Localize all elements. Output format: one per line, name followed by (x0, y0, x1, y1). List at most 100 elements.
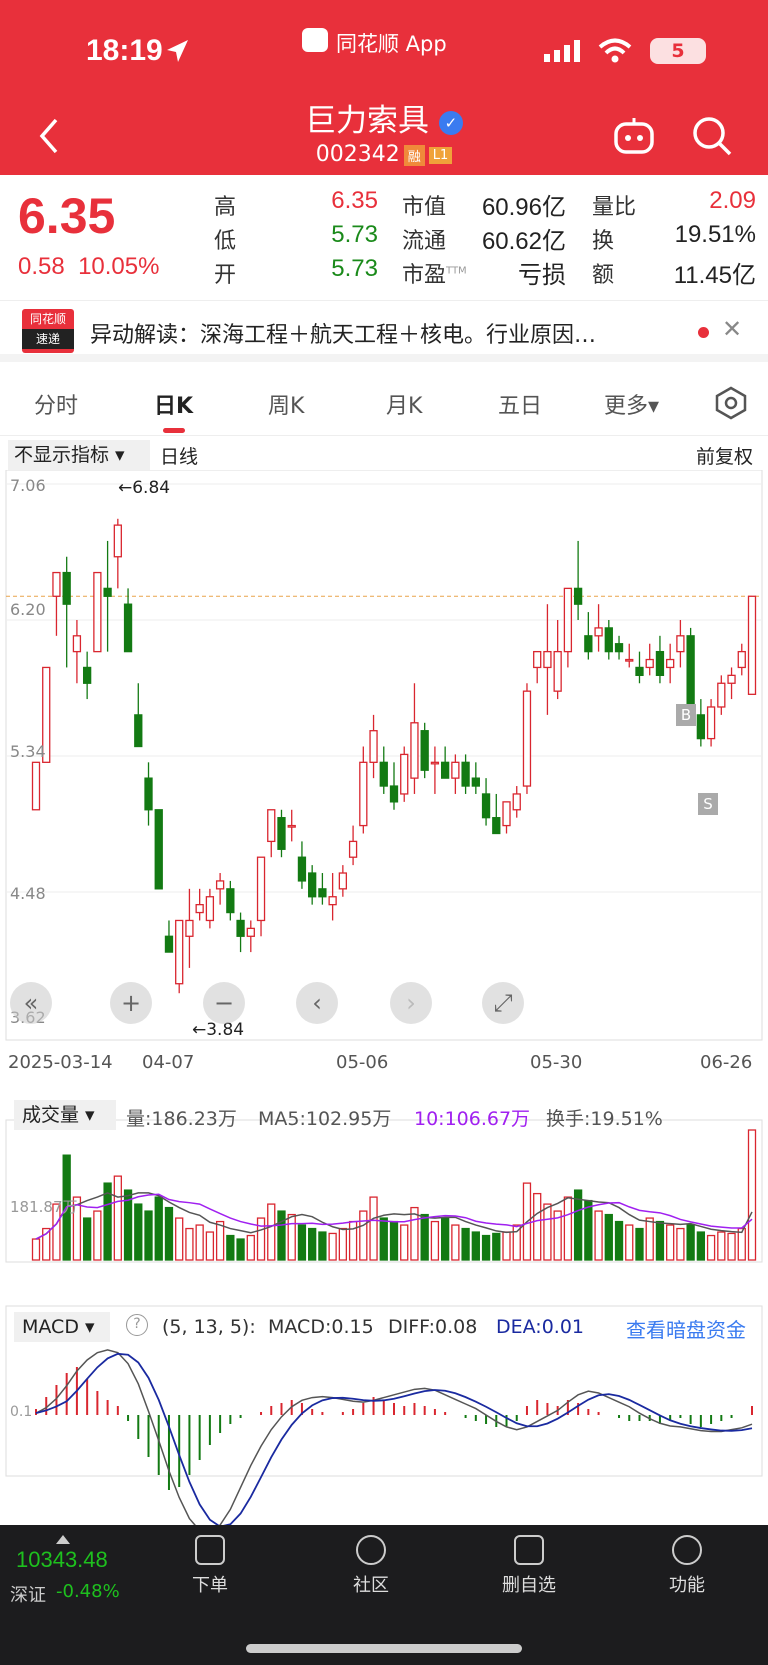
volume-bar (318, 1231, 327, 1261)
high-annotation: ←6.84 (118, 478, 171, 498)
candle-body (686, 635, 695, 708)
tab-weekly-k[interactable]: 周K (268, 388, 304, 420)
tab-monthly-k[interactable]: 月K (386, 388, 422, 420)
candle-body (236, 919, 245, 937)
scroll-left-icon[interactable]: ‹ (296, 982, 338, 1024)
volume-bar (533, 1192, 542, 1261)
volume-bar (481, 1234, 491, 1261)
turnover-value: 19.51% (674, 221, 756, 248)
volume-bar (175, 1217, 184, 1261)
candle-body (297, 856, 307, 882)
news-ticker[interactable]: 同花顺 速递 异动解读：深海工程＋航天工程＋核电。行业原因… ✕ (0, 300, 768, 362)
adjust-toggle[interactable]: 前复权 (696, 442, 753, 469)
volume-select[interactable]: 成交量 ▾ (14, 1100, 116, 1130)
candle-body (389, 785, 399, 803)
zoom-out-full-icon[interactable]: « (10, 982, 52, 1024)
volume-bar (604, 1213, 613, 1261)
tab-intraday[interactable]: 分时 (34, 388, 78, 420)
macd-value: MACD:0.15 (268, 1316, 374, 1338)
candle-body (195, 904, 204, 914)
scroll-right-icon[interactable]: › (390, 982, 432, 1024)
tab-more[interactable]: 更多▾ (604, 388, 659, 420)
change-value: 0.58 (18, 253, 65, 280)
nav-order-label: 下单 (192, 1575, 228, 1596)
remove-icon (514, 1535, 544, 1565)
candle-body (52, 571, 61, 597)
x-tick-3: 05-30 (530, 1052, 583, 1073)
volume-bar (717, 1231, 726, 1261)
volume-value: 量:186.23万 (126, 1108, 237, 1130)
candle-body (164, 935, 174, 953)
news-text[interactable]: 异动解读：深海工程＋航天工程＋核电。行业原因… (90, 317, 596, 349)
dark-pool-link[interactable]: 查看暗盘资金 (626, 1314, 746, 1343)
candle-body (625, 658, 634, 662)
candle-body (62, 571, 71, 605)
close-icon[interactable]: ✕ (722, 315, 742, 343)
volume-bar (379, 1217, 388, 1261)
candle-body (430, 761, 440, 765)
y-tick-3: 4.48 (10, 884, 46, 903)
volume-bar (359, 1210, 368, 1261)
nav-community-label: 社区 (353, 1575, 389, 1596)
volume-bar (676, 1227, 685, 1261)
indicator-select[interactable]: 不显示指标 ▾ (8, 440, 150, 470)
zoom-in-icon[interactable]: + (110, 982, 152, 1024)
order-doc-icon (195, 1535, 225, 1565)
x-tick-2: 05-06 (336, 1052, 389, 1073)
vr-value: 2.09 (709, 187, 756, 214)
candle-body (563, 587, 573, 653)
buy-marker[interactable]: B (676, 704, 696, 726)
volume-turnover: 换手:19.51% (546, 1108, 663, 1130)
nav-remove-watchlist[interactable]: 删自选 (484, 1535, 574, 1597)
settings-hexagon-icon[interactable] (714, 386, 748, 420)
robot-assistant-icon[interactable] (612, 114, 656, 158)
nav-community[interactable]: 社区 (326, 1535, 416, 1597)
menu-icon (672, 1535, 702, 1565)
diff-line (35, 1349, 753, 1525)
candle-body (359, 761, 368, 827)
volume-bar (573, 1189, 583, 1261)
y-tick-1: 6.20 (10, 600, 46, 619)
help-icon[interactable]: ? (126, 1314, 148, 1336)
volume-bar (287, 1213, 296, 1261)
candle-body (451, 761, 460, 779)
volume-bar (144, 1210, 153, 1261)
volume-bar (594, 1210, 603, 1261)
sell-marker[interactable]: S (698, 793, 718, 815)
zoom-out-icon[interactable]: − (203, 982, 245, 1024)
tab-daily-k[interactable]: 日K (154, 388, 193, 420)
volume-bar (727, 1232, 736, 1261)
candle-body (440, 761, 450, 779)
nav-functions[interactable]: 功能 (642, 1535, 732, 1597)
volume-bar (655, 1220, 665, 1261)
volume-bar (389, 1220, 399, 1261)
fullscreen-icon[interactable]: ⤢ (482, 982, 524, 1024)
candle-body (134, 714, 143, 748)
volume-bar (328, 1232, 337, 1261)
candle-body (113, 524, 122, 558)
candle-body (185, 919, 194, 937)
app-back-label[interactable]: 同花顺 App (336, 28, 447, 58)
nav-order[interactable]: 下单 (165, 1535, 255, 1597)
candle-body (93, 571, 102, 653)
volume-bar (430, 1220, 440, 1261)
app-header: 18:19 同花顺 App 5 巨力索具 ✓ 002342 融 L1 (0, 0, 768, 175)
macd-select[interactable]: MACD ▾ (14, 1312, 110, 1342)
candle-body (369, 730, 378, 763)
x-tick-1: 04-07 (142, 1052, 195, 1073)
verified-icon: ✓ (438, 110, 463, 135)
pe-value: 亏损 (518, 262, 566, 289)
volume-bar (471, 1231, 480, 1261)
volume-bar (502, 1231, 511, 1261)
candle-body (420, 730, 429, 771)
index-value[interactable]: 10343.48 (16, 1547, 108, 1573)
volume-bar (400, 1224, 409, 1261)
low-label: 低 (214, 229, 237, 254)
tab-five-day[interactable]: 五日 (498, 388, 542, 420)
candle-body (747, 595, 757, 695)
candle-body (348, 840, 358, 858)
search-icon[interactable] (690, 114, 734, 158)
volume-bar (451, 1224, 460, 1261)
volume-bar (461, 1227, 470, 1261)
expand-up-icon[interactable] (56, 1535, 70, 1544)
